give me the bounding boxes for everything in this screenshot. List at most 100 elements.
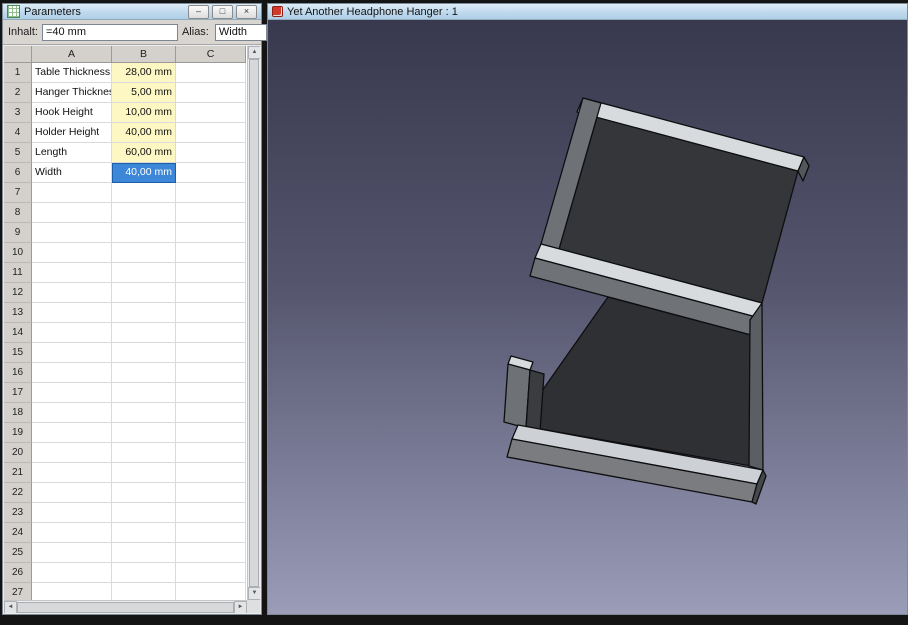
row-header-24[interactable]: 24 [4, 523, 32, 543]
row-header-25[interactable]: 25 [4, 543, 32, 563]
cell-C21[interactable] [176, 463, 246, 483]
cell-A22[interactable] [32, 483, 112, 503]
row-header-1[interactable]: 1 [4, 63, 32, 83]
cell-B13[interactable] [112, 303, 176, 323]
cell-C10[interactable] [176, 243, 246, 263]
cell-C26[interactable] [176, 563, 246, 583]
cell-C22[interactable] [176, 483, 246, 503]
row-header-12[interactable]: 12 [4, 283, 32, 303]
model-face-right-bar-front[interactable] [749, 303, 763, 470]
cell-A17[interactable] [32, 383, 112, 403]
cell-C8[interactable] [176, 203, 246, 223]
cell-B19[interactable] [112, 423, 176, 443]
cell-B18[interactable] [112, 403, 176, 423]
cell-A9[interactable] [32, 223, 112, 243]
headphone-hanger-model[interactable] [268, 20, 905, 614]
cell-A20[interactable] [32, 443, 112, 463]
cell-B9[interactable] [112, 223, 176, 243]
parameters-titlebar[interactable]: Parameters – □ × [3, 4, 261, 20]
cell-A15[interactable] [32, 343, 112, 363]
minimize-button[interactable]: – [188, 5, 209, 19]
scroll-up-icon[interactable]: ▲ [248, 46, 260, 59]
row-header-3[interactable]: 3 [4, 103, 32, 123]
cell-A23[interactable] [32, 503, 112, 523]
row-header-26[interactable]: 26 [4, 563, 32, 583]
cell-A2[interactable]: Hanger Thickness [32, 83, 112, 103]
row-header-21[interactable]: 21 [4, 463, 32, 483]
cell-C23[interactable] [176, 503, 246, 523]
row-header-16[interactable]: 16 [4, 363, 32, 383]
cell-alias-input[interactable] [215, 24, 267, 41]
cell-A10[interactable] [32, 243, 112, 263]
cell-A26[interactable] [32, 563, 112, 583]
vertical-scroll-thumb[interactable] [249, 59, 259, 587]
column-header-A[interactable]: A [32, 46, 112, 63]
cell-A13[interactable] [32, 303, 112, 323]
horizontal-scrollbar[interactable]: ◄ ► [4, 600, 247, 613]
cell-B27[interactable] [112, 583, 176, 600]
vertical-scrollbar[interactable]: ▲ ▼ [247, 46, 260, 600]
cell-B20[interactable] [112, 443, 176, 463]
row-header-2[interactable]: 2 [4, 83, 32, 103]
cell-B15[interactable] [112, 343, 176, 363]
freecad-document-icon[interactable] [272, 6, 283, 17]
cell-B23[interactable] [112, 503, 176, 523]
cell-C27[interactable] [176, 583, 246, 600]
cell-A21[interactable] [32, 463, 112, 483]
column-header-C[interactable]: C [176, 46, 246, 63]
row-header-8[interactable]: 8 [4, 203, 32, 223]
cell-B16[interactable] [112, 363, 176, 383]
cell-A25[interactable] [32, 543, 112, 563]
spreadsheet-icon[interactable] [7, 5, 20, 18]
row-header-9[interactable]: 9 [4, 223, 32, 243]
cell-C2[interactable] [176, 83, 246, 103]
cell-A11[interactable] [32, 263, 112, 283]
close-button[interactable]: × [236, 5, 257, 19]
cell-C12[interactable] [176, 283, 246, 303]
cell-C4[interactable] [176, 123, 246, 143]
row-header-27[interactable]: 27 [4, 583, 32, 600]
horizontal-scroll-thumb[interactable] [17, 602, 234, 613]
cell-A1[interactable]: Table Thickness [32, 63, 112, 83]
row-header-15[interactable]: 15 [4, 343, 32, 363]
cell-B12[interactable] [112, 283, 176, 303]
cell-B24[interactable] [112, 523, 176, 543]
cell-B14[interactable] [112, 323, 176, 343]
cell-A19[interactable] [32, 423, 112, 443]
cell-B8[interactable] [112, 203, 176, 223]
cell-C24[interactable] [176, 523, 246, 543]
cell-A3[interactable]: Hook Height [32, 103, 112, 123]
cell-A14[interactable] [32, 323, 112, 343]
cell-content-input[interactable] [42, 24, 178, 41]
cell-A4[interactable]: Holder Height [32, 123, 112, 143]
row-header-17[interactable]: 17 [4, 383, 32, 403]
row-header-13[interactable]: 13 [4, 303, 32, 323]
scroll-down-icon[interactable]: ▼ [248, 587, 260, 600]
row-header-18[interactable]: 18 [4, 403, 32, 423]
cell-C19[interactable] [176, 423, 246, 443]
row-header-4[interactable]: 4 [4, 123, 32, 143]
row-header-7[interactable]: 7 [4, 183, 32, 203]
row-header-23[interactable]: 23 [4, 503, 32, 523]
cell-A24[interactable] [32, 523, 112, 543]
cell-C25[interactable] [176, 543, 246, 563]
cell-B3[interactable]: 10,00 mm [112, 103, 176, 123]
cell-B2[interactable]: 5,00 mm [112, 83, 176, 103]
row-header-5[interactable]: 5 [4, 143, 32, 163]
cell-A18[interactable] [32, 403, 112, 423]
cell-C1[interactable] [176, 63, 246, 83]
cell-B10[interactable] [112, 243, 176, 263]
cell-B25[interactable] [112, 543, 176, 563]
3d-viewport[interactable] [268, 20, 907, 614]
row-header-20[interactable]: 20 [4, 443, 32, 463]
row-header-19[interactable]: 19 [4, 423, 32, 443]
row-header-14[interactable]: 14 [4, 323, 32, 343]
cell-C3[interactable] [176, 103, 246, 123]
cell-A7[interactable] [32, 183, 112, 203]
cell-C9[interactable] [176, 223, 246, 243]
cell-A6[interactable]: Width [32, 163, 112, 183]
row-header-22[interactable]: 22 [4, 483, 32, 503]
cell-B21[interactable] [112, 463, 176, 483]
cell-C15[interactable] [176, 343, 246, 363]
cell-B26[interactable] [112, 563, 176, 583]
